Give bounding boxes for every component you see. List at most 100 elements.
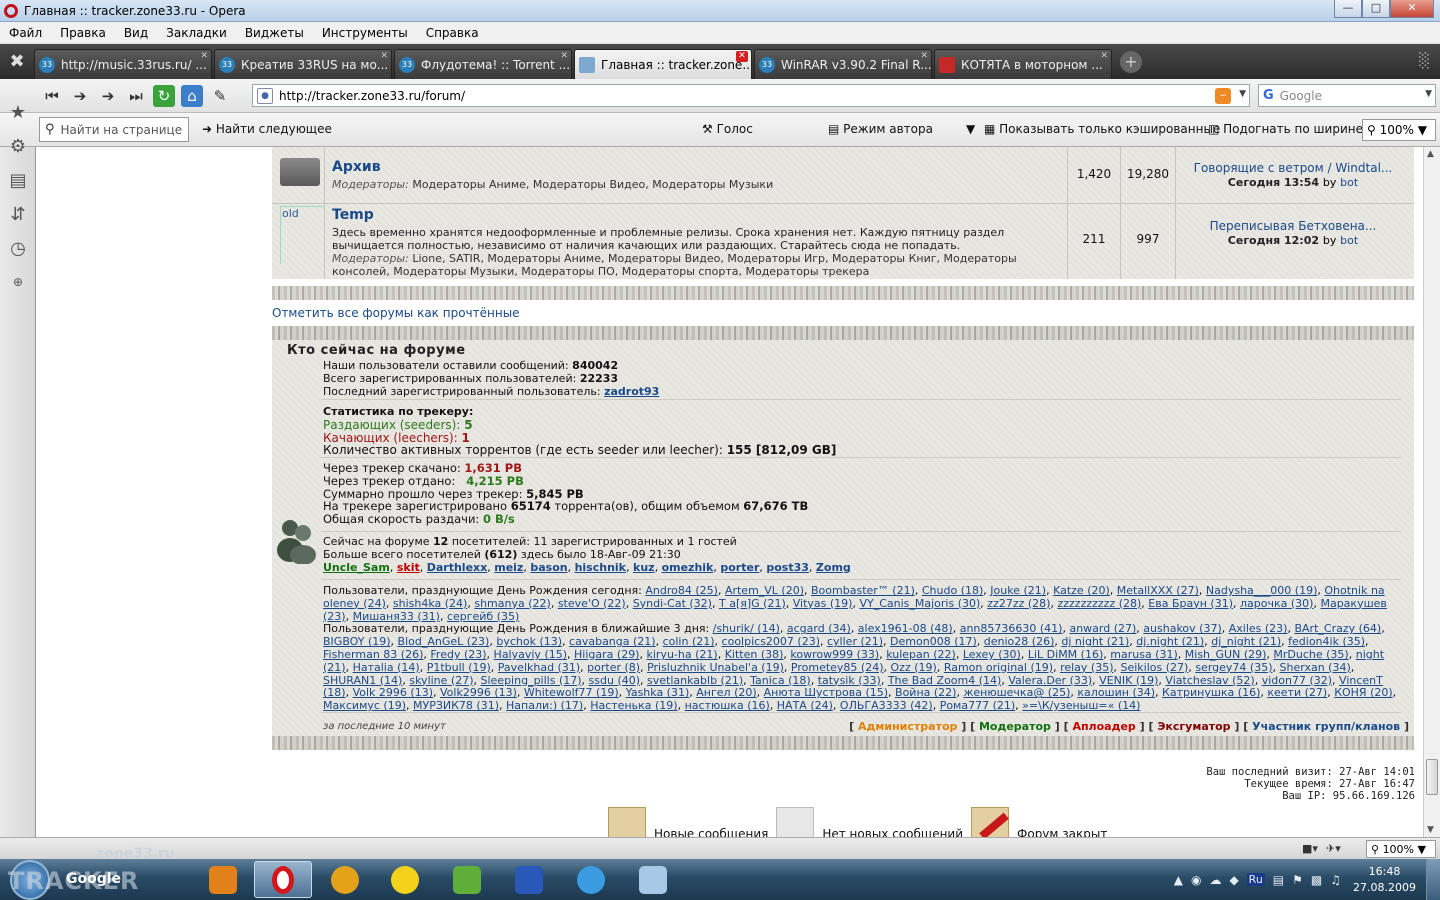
find-next-button[interactable]: ➜ Найти следующее <box>202 122 332 136</box>
birthday-user-link[interactable]: alex1961-08 (48) <box>858 622 953 635</box>
birthday-user-link[interactable]: porter (8) <box>587 661 640 674</box>
birthday-user-link[interactable]: shmanya (22) <box>474 597 550 610</box>
birthday-user-link[interactable]: anward (27) <box>1069 622 1136 635</box>
birthday-user-link[interactable]: Halyaviy (15) <box>494 648 567 661</box>
birthday-user-link[interactable]: P1tbull (19) <box>427 661 491 674</box>
birthday-user-link[interactable]: Ева Браун (31) <box>1148 597 1233 610</box>
birthday-user-link[interactable]: Ramon original (19) <box>944 661 1053 674</box>
birthday-user-link[interactable]: kulepan (22) <box>886 648 956 661</box>
birthday-user-link[interactable]: ОЛЬГА3333 (42) <box>840 699 933 712</box>
menu-help[interactable]: Справка <box>417 26 488 40</box>
online-user-link[interactable]: Darthlexx <box>427 561 488 574</box>
birthday-user-link[interactable]: BArt_Crazy (64) <box>1294 622 1381 635</box>
mark-all-read-link[interactable]: Отметить все форумы как прочтённые <box>272 306 520 320</box>
show-desktop-button[interactable] <box>1426 859 1440 900</box>
menu-tools[interactable]: Инструменты <box>313 26 417 40</box>
scroll-thumb[interactable] <box>1426 759 1438 795</box>
image-settings-icon[interactable]: ■▾ <box>1302 842 1318 855</box>
birthday-user-link[interactable]: Ангел (20) <box>696 686 756 699</box>
bookmarks-star-icon[interactable]: ★ <box>0 95 36 129</box>
voice-button[interactable]: ⚒ Голос <box>702 122 753 136</box>
tray-monitor-icon[interactable]: ▩ <box>1311 873 1322 887</box>
status-zoom-select[interactable]: ⚲ 100% ▼ <box>1366 840 1436 858</box>
menu-widgets[interactable]: Виджеты <box>236 26 313 40</box>
birthday-user-link[interactable]: skyline (27) <box>409 674 473 687</box>
birthday-user-link[interactable]: »=\К/узеныш=« (14) <box>1022 699 1140 712</box>
birthday-user-link[interactable]: Sleeping_pills (17) <box>481 674 582 687</box>
new-tab-button[interactable]: + <box>1120 50 1142 73</box>
birthday-user-link[interactable]: MrDuche (35) <box>1273 648 1348 661</box>
birthday-user-link[interactable]: Kitten (38) <box>725 648 784 661</box>
online-user-link[interactable]: skit <box>397 561 420 574</box>
tab-close-icon[interactable]: ✕ <box>200 51 208 61</box>
birthday-user-link[interactable]: Andro84 (25) <box>645 584 718 597</box>
birthday-user-link[interactable]: bychok (13) <box>496 635 562 648</box>
menu-bookmarks[interactable]: Закладки <box>157 26 236 40</box>
birthday-user-link[interactable]: сергейб (35) <box>447 610 519 623</box>
search-input[interactable]: G Google ▼ <box>1258 84 1436 107</box>
birthday-user-link[interactable]: Jouke (21) <box>990 584 1046 597</box>
birthday-user-link[interactable]: Ozz (19) <box>891 661 937 674</box>
birthday-user-link[interactable]: Натаlia (14) <box>353 661 420 674</box>
vertical-scrollbar[interactable]: ▲ ▼ <box>1423 147 1440 837</box>
birthday-user-link[interactable]: Seikilos (27) <box>1121 661 1189 674</box>
birthday-user-link[interactable]: dj_night (21) <box>1211 635 1281 648</box>
birthday-user-link[interactable]: ларочка (30) <box>1240 597 1313 610</box>
birthday-user-link[interactable]: Valera.Der (33) <box>1008 674 1092 687</box>
taskbar-save[interactable] <box>500 861 558 898</box>
online-user-link[interactable]: post33 <box>766 561 809 574</box>
birthday-user-link[interactable]: Fredy (23) <box>430 648 486 661</box>
birthday-user-link[interactable]: ann85736630 (41) <box>960 622 1063 635</box>
birthday-user-link[interactable]: sergey74 (35) <box>1195 661 1272 674</box>
birthday-user-link[interactable]: Mish_GUN (29) <box>1185 648 1267 661</box>
birthday-user-link[interactable]: Напали:) (17) <box>506 699 583 712</box>
birthday-user-link[interactable]: КОНЯ (20) <box>1334 686 1392 699</box>
birthday-user-link[interactable]: Pavelkhad (31) <box>498 661 580 674</box>
birthday-user-link[interactable]: Volk 2996 (13) <box>353 686 433 699</box>
tab-close-icon[interactable]: ✕ <box>380 51 388 61</box>
tray-clock[interactable]: 16:48 27.08.2009 <box>1353 864 1416 896</box>
online-user-link[interactable]: bason <box>530 561 567 574</box>
birthday-user-link[interactable]: marusa (31) <box>1110 648 1178 661</box>
birthday-user-link[interactable]: Vityas (19) <box>793 597 853 610</box>
author-mode-button[interactable]: ▤ Режим автора <box>828 122 933 136</box>
birthday-user-link[interactable]: VY_Canis_Majoris (30) <box>859 597 980 610</box>
birthday-user-link[interactable]: The Bad Zoom4 (14) <box>888 674 1002 687</box>
birthday-user-link[interactable]: fedion4ik (35) <box>1288 635 1365 648</box>
tray-flag-icon[interactable]: ⚑ <box>1292 873 1303 887</box>
tab-music[interactable]: 33 http://music.33rus.ru/ ... ✕ <box>34 49 212 79</box>
tab-close-icon[interactable]: ✕ <box>560 51 568 61</box>
online-user-link[interactable]: Uncle_Sam <box>323 561 390 574</box>
birthday-user-link[interactable]: Prisluzhnik Unabel'a (19) <box>647 661 784 674</box>
online-user-link[interactable]: hischnik <box>575 561 626 574</box>
birthday-user-link[interactable]: женюшечка@ (25) <box>963 686 1070 699</box>
notes-icon[interactable]: ▤ <box>0 163 36 197</box>
birthday-user-link[interactable]: Катринушка (16) <box>1162 686 1260 699</box>
birthday-user-link[interactable]: НАТА (24) <box>777 699 833 712</box>
history-clock-icon[interactable]: ◷ <box>0 231 36 265</box>
home-icon[interactable]: ⌂ <box>181 84 203 107</box>
birthday-user-link[interactable]: shish4ka (24) <box>393 597 467 610</box>
menu-edit[interactable]: Правка <box>51 26 115 40</box>
tab-tracker[interactable]: Главная :: tracker.zone... ✕ <box>574 49 752 79</box>
add-panel-icon[interactable]: ⊕ <box>0 265 36 299</box>
birthday-user-link[interactable]: Hiigara (29) <box>574 648 639 661</box>
birthday-user-link[interactable]: настюшка (16) <box>685 699 770 712</box>
birthday-user-link[interactable]: Whitewolf77 (19) <box>524 686 619 699</box>
trash-icon[interactable]: ░ <box>1419 53 1430 69</box>
turbo-icon[interactable]: ✈▾ <box>1326 842 1341 855</box>
back-icon[interactable]: ➔ <box>66 84 94 108</box>
online-user-link[interactable]: porter <box>720 561 759 574</box>
scroll-up-icon[interactable]: ▲ <box>1427 149 1434 159</box>
birthday-user-link[interactable]: Demon008 (17) <box>890 635 977 648</box>
birthday-user-link[interactable]: steve'O (22) <box>558 597 626 610</box>
birthday-user-link[interactable]: cyller (21) <box>827 635 883 648</box>
birthday-user-link[interactable]: VENIK (19) <box>1099 674 1158 687</box>
birthday-user-link[interactable]: кеети (27) <box>1267 686 1327 699</box>
find-on-page-input[interactable]: ⚲ Найти на странице <box>39 117 189 142</box>
birthday-user-link[interactable]: Prometey85 (24) <box>791 661 884 674</box>
taskbar-aimp[interactable] <box>316 861 374 898</box>
tab-winrar[interactable]: 33 WinRAR v3.90.2 Final R... ✕ <box>754 49 932 79</box>
birthday-user-link[interactable]: relay (35) <box>1060 661 1113 674</box>
edit-icon[interactable]: ✎ <box>206 84 234 108</box>
